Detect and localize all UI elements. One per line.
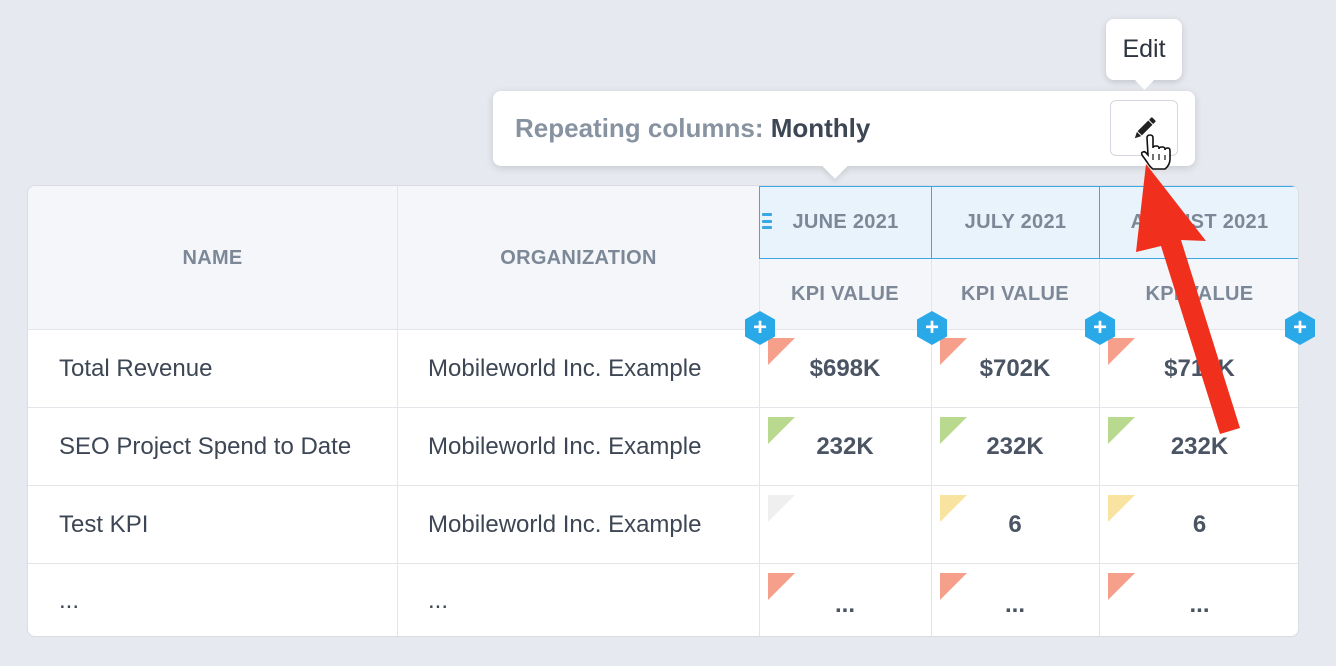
month-label: JULY 2021 xyxy=(964,211,1067,233)
kpi-name-cell[interactable]: Test KPI xyxy=(59,486,148,564)
repeating-columns-text: Repeating columns: Monthly xyxy=(515,113,870,144)
kpi-value-cell[interactable]: 232K xyxy=(759,408,931,486)
subheader-kpi-value: KPI VALUE xyxy=(791,282,899,305)
kpi-value-cell[interactable]: 6 xyxy=(1099,486,1298,564)
kpi-value-cell[interactable]: 6 xyxy=(931,486,1099,564)
column-header-august-2021[interactable]: AUGUST 2021 xyxy=(1099,186,1298,259)
kpi-value-cell[interactable]: $702K xyxy=(931,330,1099,408)
subheader-kpi-value: KPI VALUE xyxy=(1145,282,1254,305)
hand-cursor-icon xyxy=(1140,134,1171,170)
kpi-value-cell[interactable]: $698K xyxy=(759,330,931,408)
kpi-value-cell[interactable] xyxy=(759,486,931,564)
edit-tooltip: Edit xyxy=(1106,19,1182,80)
organization-cell: ... xyxy=(428,587,449,614)
column-header-organization[interactable]: ORGANIZATION xyxy=(398,186,759,330)
month-label: JUNE 2021 xyxy=(792,211,899,233)
column-header-name[interactable]: NAME xyxy=(28,186,397,330)
kpi-name-cell[interactable]: SEO Project Spend to Date xyxy=(59,408,351,486)
repeating-columns-label: Repeating columns: xyxy=(515,113,764,143)
repeating-columns-value: Monthly xyxy=(770,113,871,143)
column-header-july-2021[interactable]: JULY 2021 xyxy=(931,186,1100,259)
column-header-june-2021[interactable]: JUNE 2021 xyxy=(759,186,932,259)
kpi-value-cell[interactable]: 232K xyxy=(1099,408,1298,486)
subheader-kpi-value: KPI VALUE xyxy=(961,282,1069,305)
kpi-value-cell[interactable]: 232K xyxy=(931,408,1099,486)
kpi-value-cell[interactable]: ... xyxy=(931,568,1099,636)
organization-cell: Mobileworld Inc. Example xyxy=(428,355,702,382)
organization-cell: Mobileworld Inc. Example xyxy=(428,511,702,538)
organization-cell: Mobileworld Inc. Example xyxy=(428,433,702,460)
drag-handle-icon[interactable] xyxy=(762,213,772,229)
kpi-value-cell[interactable]: ... xyxy=(1099,568,1298,636)
kpi-table: NAME ORGANIZATION JUNE 2021 JULY 2021 AU… xyxy=(27,185,1299,637)
kpi-name-cell[interactable]: Total Revenue xyxy=(59,330,212,408)
kpi-table-screen: NAME ORGANIZATION JUNE 2021 JULY 2021 AU… xyxy=(0,0,1336,666)
kpi-value-cell[interactable]: $710K xyxy=(1099,330,1298,408)
popover-pointer xyxy=(822,153,848,179)
month-label: AUGUST 2021 xyxy=(1130,211,1269,233)
kpi-value-cell[interactable]: ... xyxy=(759,568,931,636)
repeating-columns-popover: Repeating columns: Monthly xyxy=(493,91,1195,179)
kpi-name-cell[interactable]: ... xyxy=(59,564,79,636)
